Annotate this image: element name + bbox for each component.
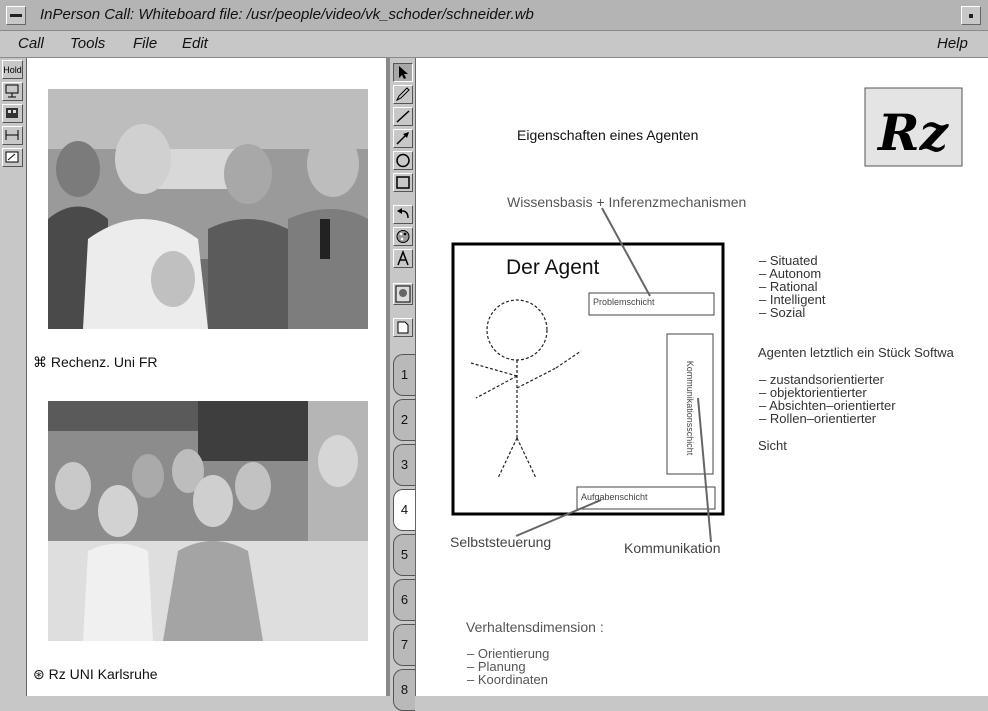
- film-icon: [6, 108, 18, 118]
- rectangle-tool[interactable]: [393, 173, 413, 192]
- self-control-connector: [515, 499, 602, 537]
- window-title: InPerson Call: Whiteboard file: /usr/peo…: [40, 6, 534, 23]
- participant-2-caption: ⊛ Rz UNI Karlsruhe: [33, 666, 158, 683]
- undo-icon: [397, 208, 409, 219]
- communication-label: Kommunikation: [624, 540, 721, 556]
- whiteboard-icon: [5, 151, 19, 163]
- page-tab-4[interactable]: 4: [393, 489, 415, 531]
- window-menu-button[interactable]: [6, 6, 26, 25]
- pencil-tool[interactable]: [393, 85, 413, 104]
- video-pane: ⌘ Rechenz. Uni FR ⊛ Rz UNI Karlsruhe: [26, 58, 388, 696]
- monitor-icon: [5, 84, 19, 98]
- whiteboard-drawing: Rz: [451, 87, 963, 543]
- new-page-icon: [397, 321, 409, 334]
- palette-icon: [396, 230, 410, 243]
- menu-tools[interactable]: Tools: [70, 35, 105, 52]
- color-tool[interactable]: [393, 227, 413, 246]
- ellipse-tool[interactable]: [393, 151, 413, 170]
- split-icon: [5, 130, 19, 140]
- monitor-button[interactable]: [2, 82, 23, 101]
- problem-layer-label: Problemschicht: [593, 297, 655, 307]
- task-layer-label: Aufgabenschicht: [581, 492, 648, 502]
- behavior-heading: Verhaltensdimension :: [466, 619, 604, 635]
- page-tab-1[interactable]: 1: [393, 354, 415, 396]
- undo-tool[interactable]: [393, 205, 413, 224]
- page-tab-6[interactable]: 6: [393, 579, 415, 621]
- participant-2-name: Rz UNI Karlsruhe: [48, 666, 158, 682]
- hold-button[interactable]: Hold: [2, 60, 23, 79]
- new-page-tool[interactable]: [393, 318, 413, 337]
- orientations-list: – zustandsorientierter – objektorientier…: [759, 373, 896, 425]
- menu-file[interactable]: File: [133, 35, 157, 52]
- behavior-item: – Koordinaten: [467, 672, 548, 687]
- page-tab-8[interactable]: 8: [393, 669, 415, 711]
- text-a-icon: [397, 249, 409, 266]
- self-control-label: Selbststeuerung: [450, 534, 552, 550]
- knowledge-connector: [601, 207, 651, 297]
- drawing-palette: 1 2 3 4 5 6 7 8: [390, 58, 416, 711]
- menu-call[interactable]: Call: [18, 35, 44, 52]
- arrow-cursor-icon: [399, 66, 408, 79]
- arrow-line-icon: [396, 132, 409, 145]
- view-label: Sicht: [758, 438, 787, 453]
- logo-text: Rz: [876, 103, 950, 162]
- computer-center-icon: ⌘: [33, 354, 47, 370]
- page-tab-2[interactable]: 2: [393, 399, 415, 441]
- text-tool[interactable]: [393, 249, 413, 268]
- orientation-item: – Rollen–orientierter: [759, 411, 877, 426]
- participant-1-caption: ⌘ Rechenz. Uni FR: [33, 354, 157, 371]
- communication-layer-label: Kommunikationsschicht: [685, 360, 695, 456]
- face-image-icon: [395, 285, 411, 303]
- participant-1-name: Rechenz. Uni FR: [50, 354, 158, 370]
- maximize-button[interactable]: [961, 6, 981, 25]
- whiteboard-canvas[interactable]: Rz Eigenschaften eines Agenten Wissensba…: [416, 58, 988, 696]
- menu-bar: Call Tools File Edit Help: [0, 31, 988, 58]
- select-tool[interactable]: [393, 63, 413, 82]
- agent-title: Der Agent: [506, 256, 600, 279]
- menu-help[interactable]: Help: [937, 35, 968, 52]
- stick-figure: [470, 299, 582, 479]
- line-tool[interactable]: [393, 107, 413, 126]
- behavior-list: – Orientierung – Planung – Koordinaten: [467, 647, 549, 686]
- participant-video-2: [48, 401, 368, 641]
- site-icon: ⊛: [33, 666, 45, 682]
- page-tab-3[interactable]: 3: [393, 444, 415, 486]
- circle-icon: [396, 153, 410, 168]
- properties-list: – Situated – Autonom – Rational – Intell…: [759, 254, 826, 319]
- software-line: Agenten letztlich ein Stück Softwa: [758, 345, 954, 360]
- image-tool[interactable]: [393, 283, 413, 305]
- page-tab-5[interactable]: 5: [393, 534, 415, 576]
- arrow-tool[interactable]: [393, 129, 413, 148]
- maximize-icon: [969, 14, 973, 18]
- video-settings-button[interactable]: [2, 104, 23, 123]
- participant-video-1: [48, 89, 368, 329]
- split-view-button[interactable]: [2, 126, 23, 145]
- property-item: – Sozial: [759, 305, 806, 320]
- board-heading: Eigenschaften eines Agenten: [517, 127, 699, 143]
- menu-edit[interactable]: Edit: [182, 35, 208, 52]
- rectangle-icon: [396, 176, 410, 189]
- left-toolbar: Hold: [0, 58, 27, 696]
- whiteboard-button[interactable]: [2, 148, 23, 167]
- title-bar[interactable]: InPerson Call: Whiteboard file: /usr/peo…: [0, 0, 988, 31]
- line-icon: [396, 110, 410, 123]
- knowledge-label: Wissensbasis + Inferenzmechanismen: [507, 194, 747, 210]
- page-tab-7[interactable]: 7: [393, 624, 415, 666]
- pencil-icon: [395, 87, 410, 102]
- window-menu-icon: [10, 14, 22, 17]
